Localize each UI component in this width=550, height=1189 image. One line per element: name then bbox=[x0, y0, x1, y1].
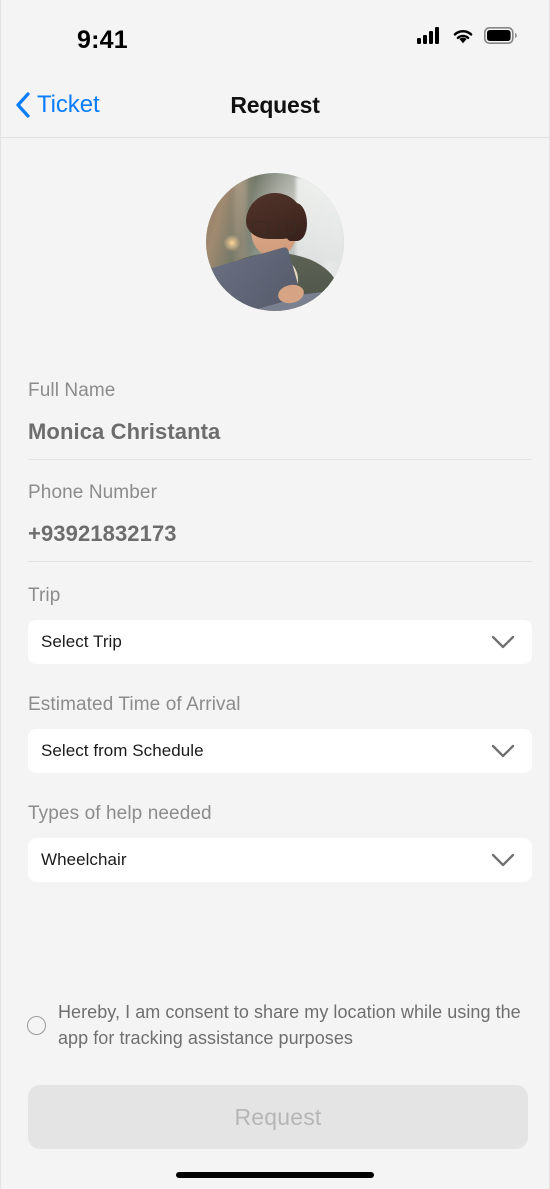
avatar-glasses bbox=[251, 221, 297, 234]
select-help-type[interactable]: Wheelchair bbox=[28, 838, 532, 882]
phone-screen: 9:41 Ticket Request Full Name Monica Chr… bbox=[0, 0, 550, 1189]
field-value-phone-number[interactable]: +93921832173 bbox=[28, 521, 532, 547]
battery-full-icon bbox=[484, 27, 517, 44]
select-label-trip: Trip bbox=[28, 585, 61, 606]
chevron-down-icon bbox=[491, 853, 515, 867]
page-title: Request bbox=[230, 92, 320, 118]
field-value-full-name[interactable]: Monica Christanta bbox=[28, 419, 532, 445]
select-group-trip: Trip Select Trip bbox=[28, 585, 532, 664]
request-form: Full Name Monica Christanta Phone Number… bbox=[1, 138, 549, 1189]
select-trip-value: Select Trip bbox=[41, 632, 122, 651]
select-trip[interactable]: Select Trip bbox=[28, 620, 532, 664]
avatar-bg-lamp bbox=[224, 235, 240, 251]
select-group-help-type: Types of help needed Wheelchair bbox=[28, 803, 532, 882]
chevron-down-icon bbox=[491, 744, 515, 758]
consent-row[interactable]: Hereby, I am consent to share my locatio… bbox=[27, 1000, 527, 1051]
avatar bbox=[206, 173, 344, 311]
field-label-full-name: Full Name bbox=[28, 380, 116, 401]
status-bar: 9:41 bbox=[1, 0, 549, 74]
select-eta[interactable]: Select from Schedule bbox=[28, 729, 532, 773]
avatar-photo bbox=[206, 173, 344, 311]
select-label-help-type: Types of help needed bbox=[28, 803, 212, 824]
select-group-eta: Estimated Time of Arrival Select from Sc… bbox=[28, 694, 532, 773]
status-bar-time: 9:41 bbox=[77, 26, 128, 54]
select-help-type-value: Wheelchair bbox=[41, 850, 127, 869]
request-submit-button[interactable]: Request bbox=[28, 1085, 528, 1149]
select-label-eta: Estimated Time of Arrival bbox=[28, 694, 241, 715]
cellular-signal-icon bbox=[417, 27, 439, 44]
home-indicator bbox=[176, 1172, 374, 1178]
wifi-icon bbox=[453, 30, 473, 44]
field-label-phone-number: Phone Number bbox=[28, 482, 157, 503]
field-phone-number: Phone Number +93921832173 bbox=[28, 482, 532, 562]
field-divider-phone-number bbox=[28, 561, 532, 562]
navigation-bar: Ticket Request bbox=[1, 74, 549, 138]
consent-label: Hereby, I am consent to share my locatio… bbox=[58, 1002, 521, 1048]
field-divider-full-name bbox=[28, 459, 532, 460]
field-full-name: Full Name Monica Christanta bbox=[28, 380, 532, 460]
status-bar-icons bbox=[417, 27, 517, 44]
select-eta-value: Select from Schedule bbox=[41, 741, 204, 760]
consent-checkbox[interactable] bbox=[27, 1016, 46, 1036]
chevron-down-icon bbox=[491, 635, 515, 649]
